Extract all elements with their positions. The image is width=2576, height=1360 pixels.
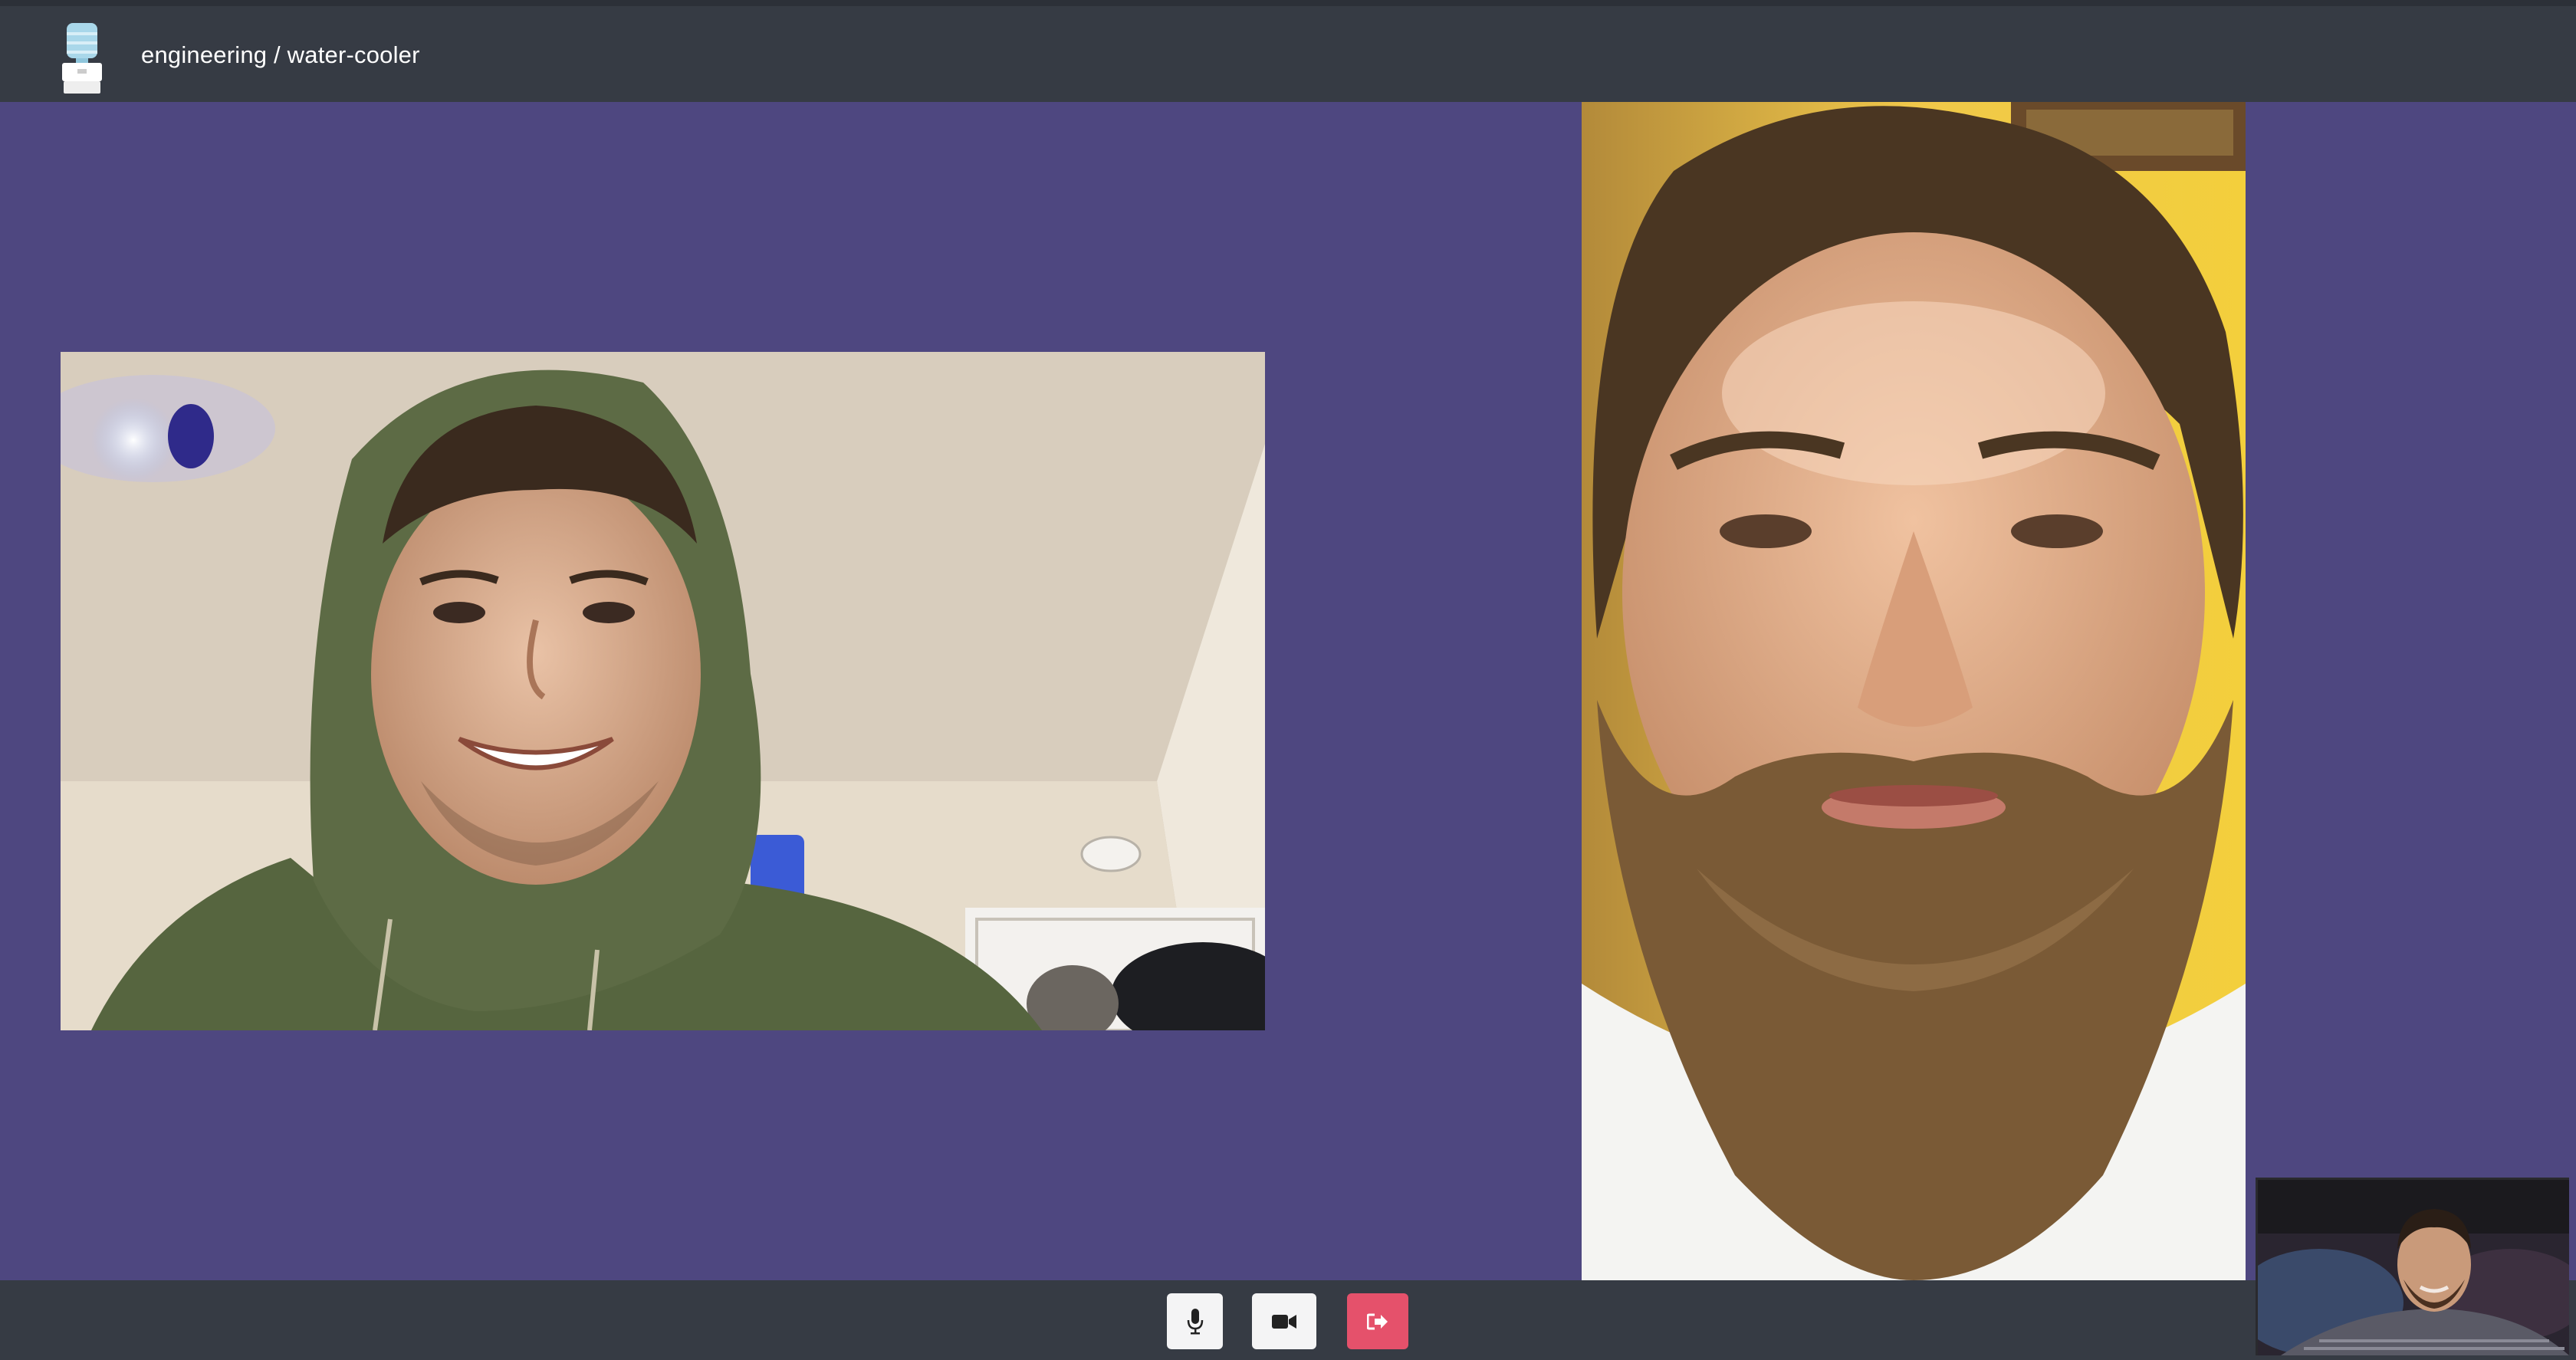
remote-video-right-frame xyxy=(1582,102,2246,1280)
local-self-view[interactable] xyxy=(2256,1178,2569,1355)
water-cooler-icon xyxy=(61,23,104,94)
remote-video-right[interactable] xyxy=(1582,102,2246,1280)
remote-video-left[interactable] xyxy=(61,352,1265,1030)
remote-video-left-frame xyxy=(61,352,1265,1030)
video-call-app: engineering / water-cooler xyxy=(0,0,2576,1360)
local-self-view-frame xyxy=(2258,1180,2569,1355)
sign-out-icon xyxy=(1367,1313,1388,1330)
room-title: engineering / water-cooler xyxy=(141,41,420,68)
mute-microphone-button[interactable] xyxy=(1167,1293,1223,1349)
leave-call-button[interactable] xyxy=(1347,1293,1408,1349)
microphone-icon xyxy=(1187,1308,1204,1335)
top-bar: engineering / water-cooler xyxy=(0,0,2576,102)
video-stage xyxy=(0,102,2576,1280)
video-camera-icon xyxy=(1272,1313,1296,1330)
toggle-camera-button[interactable] xyxy=(1252,1293,1316,1349)
